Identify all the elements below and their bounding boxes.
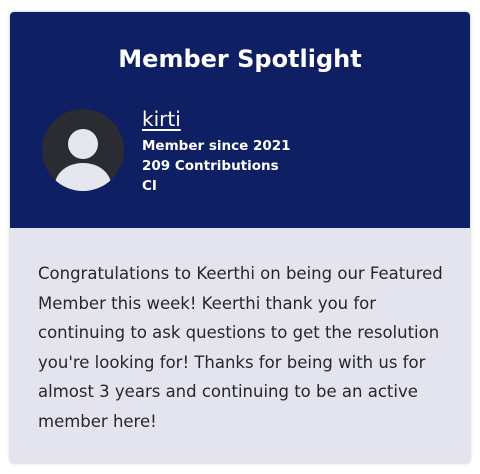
- member-username-link[interactable]: kirti: [142, 107, 181, 131]
- member-since-text: Member since 2021: [142, 138, 291, 154]
- member-contributions-count: 209 Contributions: [142, 158, 279, 174]
- spotlight-title: Member Spotlight: [118, 45, 362, 73]
- user-silhouette-icon: [55, 129, 111, 191]
- spotlight-message: Congratulations to Keerthi on being our …: [38, 264, 443, 431]
- user-avatar-icon[interactable]: [42, 109, 124, 191]
- spotlight-header: Member Spotlight kirti Member since 2021…: [10, 12, 470, 228]
- member-spotlight-card: Member Spotlight kirti Member since 2021…: [10, 12, 470, 463]
- member-rank-label: CI: [142, 178, 157, 194]
